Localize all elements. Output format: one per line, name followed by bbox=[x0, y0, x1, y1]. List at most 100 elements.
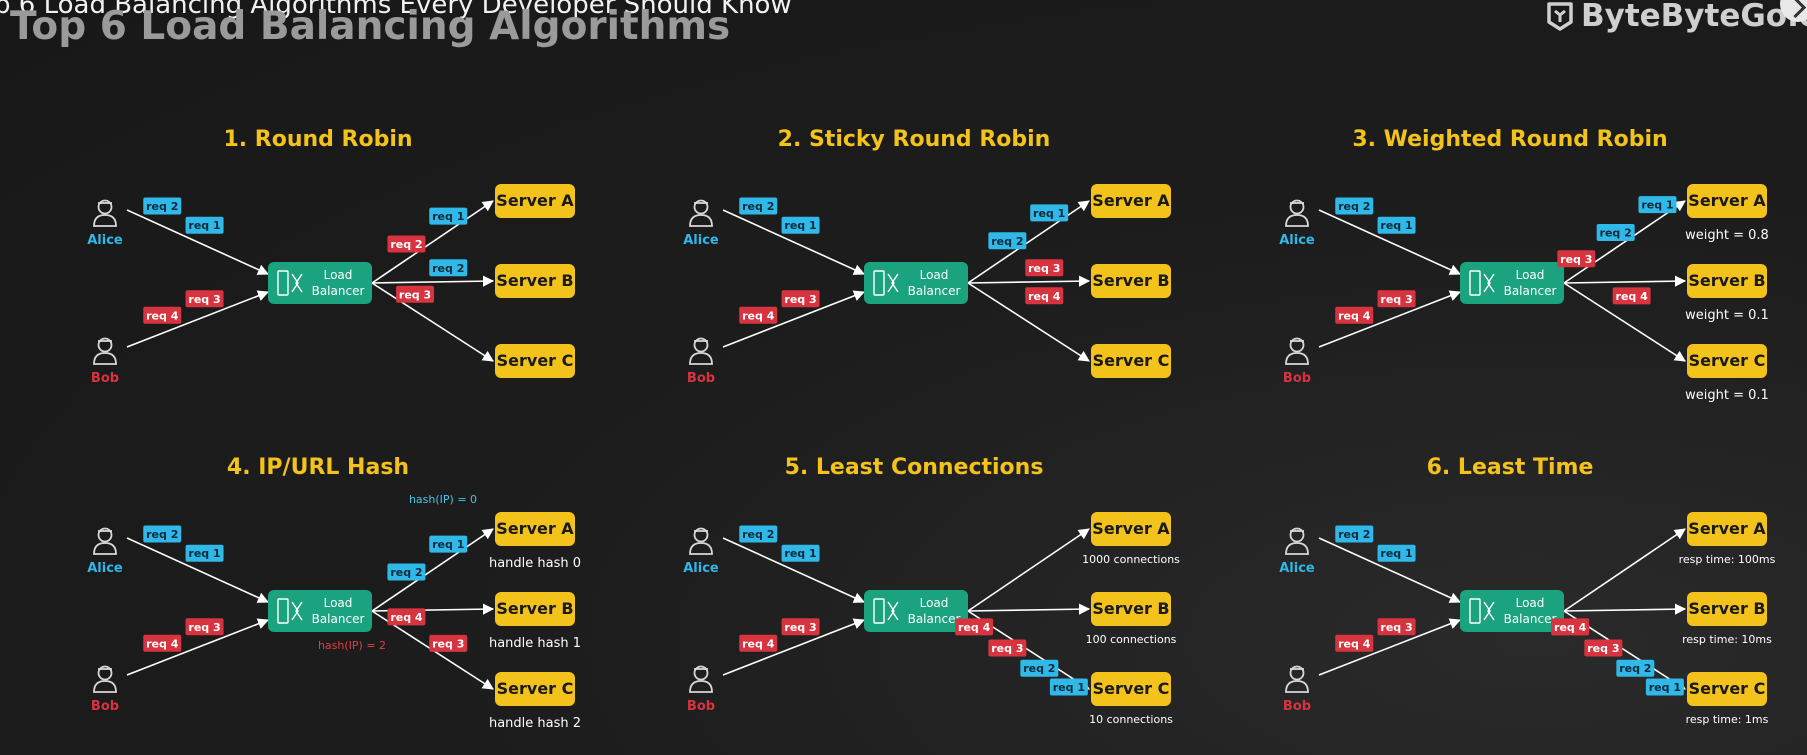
server-label-c: Server C bbox=[497, 679, 574, 698]
person-body bbox=[689, 680, 713, 693]
req-label: req 3 bbox=[1560, 253, 1592, 266]
req-label: req 3 bbox=[1028, 262, 1060, 275]
req-label: req 1 bbox=[1641, 199, 1673, 212]
req-label: req 2 bbox=[146, 528, 178, 541]
user-name-alice: Alice bbox=[1279, 233, 1315, 248]
server-label-b: Server B bbox=[496, 599, 573, 618]
arrow-lb-server-a bbox=[1563, 200, 1686, 284]
req-label: req 2 bbox=[390, 238, 422, 251]
req-label: req 2 bbox=[1600, 227, 1632, 240]
arrow-lb-server-b bbox=[1563, 603, 1687, 615]
server-label-a: Server A bbox=[496, 191, 574, 210]
req-label: req 2 bbox=[146, 200, 178, 213]
req-label: req 3 bbox=[1587, 642, 1619, 655]
req-label: req 4 bbox=[146, 637, 179, 650]
req-label: req 4 bbox=[958, 621, 991, 634]
req-label: req 4 bbox=[742, 637, 775, 650]
server-note-c: 10 connections bbox=[1089, 713, 1173, 726]
server-note-b: weight = 0.1 bbox=[1685, 308, 1769, 323]
person-body bbox=[1285, 352, 1309, 365]
req-label: req 2 bbox=[390, 566, 422, 579]
user-name-alice: Alice bbox=[87, 233, 123, 248]
section-title: 5. Least Connections bbox=[785, 455, 1044, 480]
lb-label-line1: Load bbox=[920, 268, 949, 282]
req-label: req 4 bbox=[1028, 290, 1061, 303]
section-5: 5. Least Connections Alice Bob Load Balancer… bbox=[683, 455, 1180, 726]
section-title: 4. IP/URL Hash bbox=[227, 455, 409, 480]
hash-annotation-0: hash(IP) = 0 bbox=[409, 493, 477, 506]
req-label: req 1 bbox=[1380, 547, 1412, 560]
server-label-a: Server A bbox=[496, 519, 574, 538]
server-note-a: resp time: 100ms bbox=[1679, 553, 1776, 566]
req-label: req 3 bbox=[188, 293, 220, 306]
req-label: req 2 bbox=[1338, 200, 1370, 213]
arrow-lb-server-b bbox=[1563, 275, 1687, 287]
server-label-c: Server C bbox=[1689, 351, 1766, 370]
lb-label-line1: Load bbox=[1516, 596, 1545, 610]
req-label: req 3 bbox=[991, 642, 1023, 655]
server-label-a: Server A bbox=[1688, 519, 1766, 538]
req-label: req 3 bbox=[784, 293, 816, 306]
lb-label-line2: Balancer bbox=[312, 612, 365, 626]
req-label: req 2 bbox=[1023, 662, 1055, 675]
person-body bbox=[689, 214, 713, 227]
lb-label-line1: Load bbox=[1516, 268, 1545, 282]
server-label-b: Server B bbox=[1092, 271, 1169, 290]
server-note-c: resp time: 1ms bbox=[1686, 713, 1769, 726]
req-label: req 1 bbox=[1033, 207, 1065, 220]
load-balancing-diagram: 1. Round Robin Alice Bob Load Balancer Server… bbox=[87, 127, 1776, 731]
server-note-b: resp time: 10ms bbox=[1682, 633, 1772, 646]
person-body bbox=[93, 214, 117, 227]
server-note-c: weight = 0.1 bbox=[1685, 388, 1769, 403]
server-label-a: Server A bbox=[1092, 191, 1170, 210]
section-2: 2. Sticky Round Robin Alice Bob Load Balance… bbox=[683, 127, 1171, 386]
lb-label-line1: Load bbox=[324, 596, 353, 610]
req-label: req 4 bbox=[1338, 309, 1371, 322]
req-label: req 1 bbox=[784, 219, 816, 232]
req-label: req 1 bbox=[1053, 681, 1085, 694]
person-body bbox=[1285, 542, 1309, 555]
req-label: req 2 bbox=[742, 528, 774, 541]
section-3: 3. Weighted Round Robin Alice Bob Load Balan… bbox=[1279, 127, 1769, 403]
user-name-alice: Alice bbox=[87, 561, 123, 576]
user-name-bob: Bob bbox=[687, 699, 715, 714]
lb-label-line2: Balancer bbox=[908, 612, 961, 626]
req-label: req 4 bbox=[146, 309, 179, 322]
server-label-b: Server B bbox=[1092, 599, 1169, 618]
arrow-lb-server-a bbox=[1563, 528, 1686, 612]
lb-label-line1: Load bbox=[324, 268, 353, 282]
lb-label-line2: Balancer bbox=[1504, 612, 1557, 626]
server-note-a: handle hash 0 bbox=[489, 556, 581, 571]
req-label: req 3 bbox=[784, 621, 816, 634]
user-name-bob: Bob bbox=[1283, 699, 1311, 714]
section-title: 2. Sticky Round Robin bbox=[778, 127, 1051, 152]
section-title: 3. Weighted Round Robin bbox=[1352, 127, 1667, 152]
req-label: req 3 bbox=[432, 637, 464, 650]
server-label-a: Server A bbox=[1688, 191, 1766, 210]
req-label: req 1 bbox=[1380, 219, 1412, 232]
lb-label-line2: Balancer bbox=[908, 284, 961, 298]
server-label-b: Server B bbox=[1688, 599, 1765, 618]
arrow-lb-server-b bbox=[967, 275, 1091, 287]
user-name-bob: Bob bbox=[1283, 371, 1311, 386]
person-body bbox=[93, 542, 117, 555]
req-label: req 4 bbox=[1554, 621, 1587, 634]
server-label-b: Server B bbox=[496, 271, 573, 290]
server-note-c: handle hash 2 bbox=[489, 716, 581, 731]
req-label: req 4 bbox=[390, 611, 423, 624]
server-label-c: Server C bbox=[497, 351, 574, 370]
server-label-a: Server A bbox=[1092, 519, 1170, 538]
person-body bbox=[1285, 214, 1309, 227]
req-label: req 1 bbox=[784, 547, 816, 560]
hash-annotation-1: hash(IP) = 2 bbox=[318, 639, 386, 652]
user-name-alice: Alice bbox=[1279, 561, 1315, 576]
req-label: req 2 bbox=[1619, 662, 1651, 675]
req-label: req 1 bbox=[1649, 681, 1681, 694]
server-note-b: handle hash 1 bbox=[489, 636, 581, 651]
req-label: req 3 bbox=[399, 288, 431, 301]
section-1: 1. Round Robin Alice Bob Load Balancer Server… bbox=[87, 127, 575, 386]
section-title: 6. Least Time bbox=[1427, 455, 1594, 480]
server-label-c: Server C bbox=[1093, 679, 1170, 698]
user-name-bob: Bob bbox=[91, 371, 119, 386]
req-label: req 2 bbox=[742, 200, 774, 213]
